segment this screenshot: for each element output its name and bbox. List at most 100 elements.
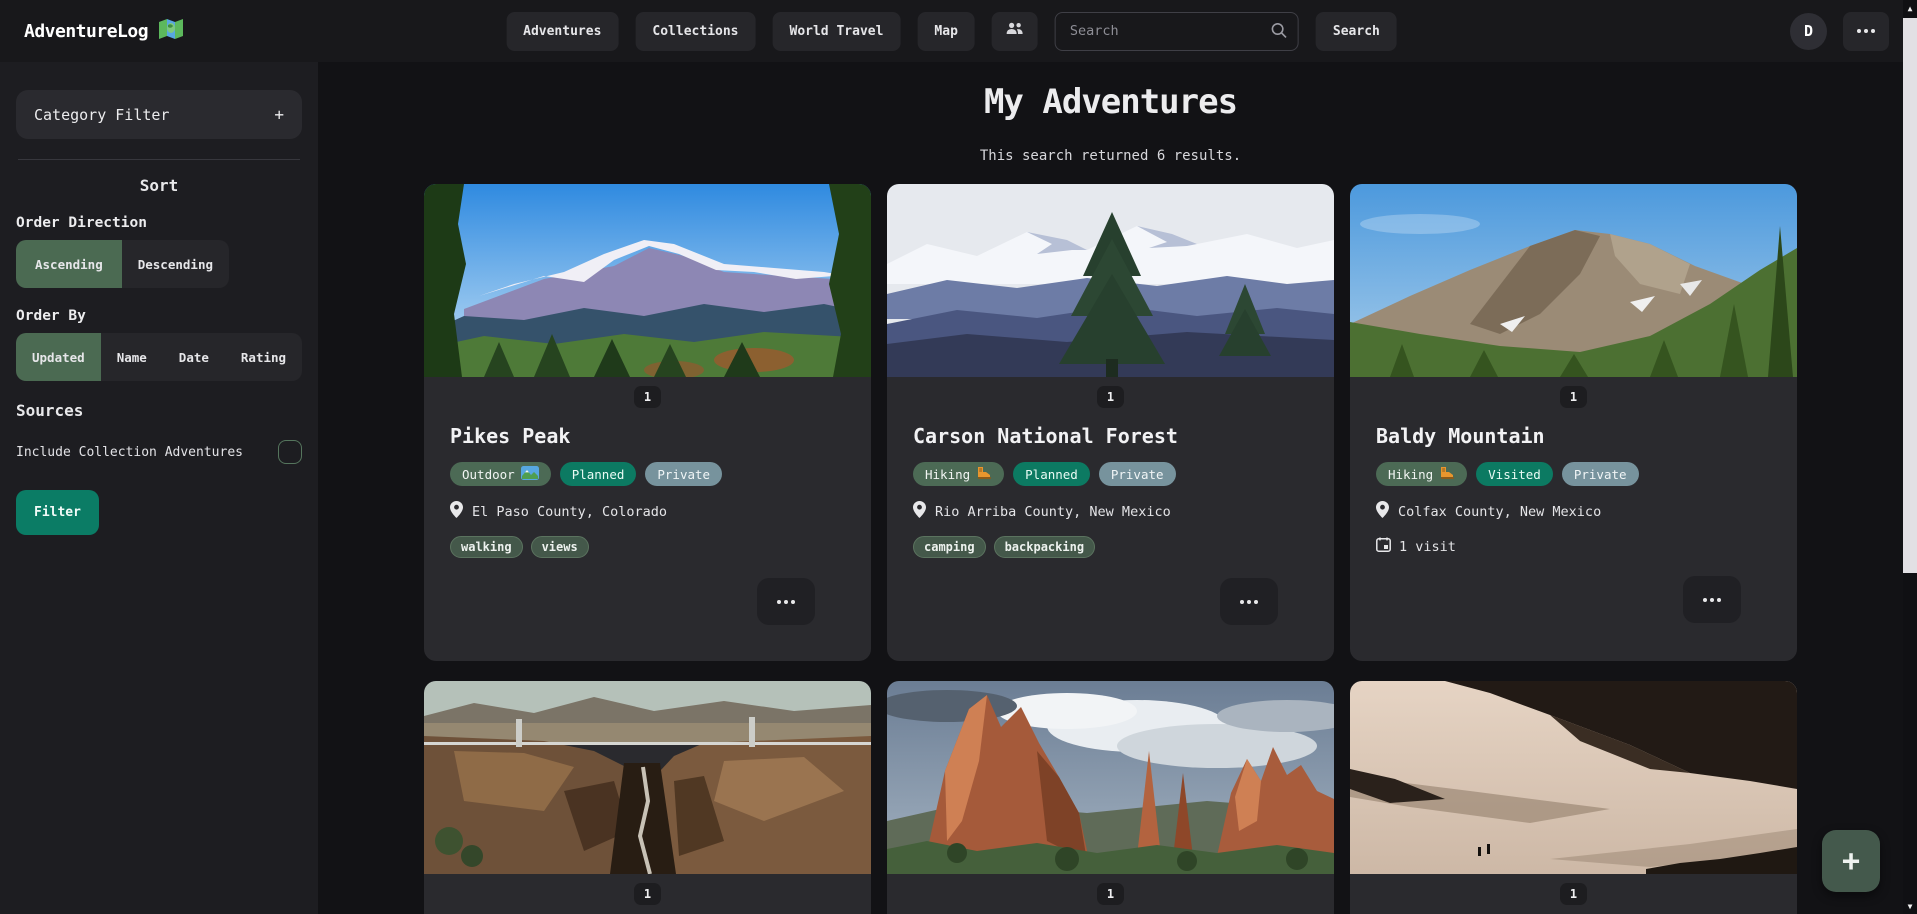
adventure-photo-pikes-peak <box>424 184 871 377</box>
card-menu-button[interactable] <box>757 578 815 625</box>
top-navbar: AdventureLog Adventures Collections Worl… <box>0 0 1903 62</box>
count-badge: 1 <box>634 386 661 408</box>
category-filter-collapse[interactable]: Category Filter + <box>16 90 302 139</box>
count-badge: 1 <box>1097 386 1124 408</box>
card-body: Pikes Peak Outdoor Planned Pri <box>424 412 871 625</box>
count-row: 1 <box>887 874 1334 909</box>
app-title: AdventureLog <box>24 21 148 42</box>
expand-plus-icon: + <box>274 105 284 124</box>
status-badge: Planned <box>1013 462 1090 486</box>
navbar-right: D <box>1790 12 1889 51</box>
include-collections-row: Include Collection Adventures <box>16 440 302 464</box>
count-row: 1 <box>1350 377 1797 412</box>
nav-map-button[interactable]: Map <box>917 12 974 51</box>
order-by-updated-button[interactable]: Updated <box>16 333 101 381</box>
results-summary: This search returned 6 results. <box>318 148 1903 164</box>
count-row: 1 <box>1350 874 1797 909</box>
main-nav: Adventures Collections World Travel Map <box>506 12 1397 51</box>
calendar-icon <box>1376 537 1391 556</box>
adventure-card[interactable]: 1 <box>1350 681 1797 914</box>
map-emoji-icon <box>158 18 184 44</box>
nav-adventures-button[interactable]: Adventures <box>506 12 618 51</box>
tag-row: camping backpacking <box>913 536 1308 558</box>
card-actions <box>450 558 845 625</box>
adventure-photo-canyon-bridge <box>424 681 871 874</box>
adventure-card[interactable]: 1 Carson National Forest Hiking <box>887 184 1334 661</box>
map-pin-icon <box>913 501 926 522</box>
card-body: Baldy Mountain Hiking V <box>1350 412 1797 623</box>
order-direction-group: Ascending Descending <box>16 240 229 288</box>
scrollbar-thumb[interactable] <box>1903 18 1917 573</box>
order-by-label: Order By <box>16 308 302 324</box>
users-icon <box>1006 22 1024 40</box>
sidebar-divider <box>18 159 300 160</box>
card-actions <box>1376 556 1771 623</box>
tag: walking <box>450 536 523 558</box>
order-direction-label: Order Direction <box>16 215 302 231</box>
category-badge: Hiking <box>913 462 1004 486</box>
adventure-card[interactable]: 1 Pikes Peak Outdoor <box>424 184 871 661</box>
card-actions <box>913 558 1308 625</box>
hiking-boot-emoji-icon <box>1439 466 1455 482</box>
ellipsis-icon <box>1857 29 1875 33</box>
order-by-date-button[interactable]: Date <box>163 333 225 381</box>
search-field-wrap <box>1055 12 1299 51</box>
search-input[interactable] <box>1055 12 1299 51</box>
count-row: 1 <box>887 377 1334 412</box>
tag: backpacking <box>994 536 1095 558</box>
adventure-title: Carson National Forest <box>913 424 1308 448</box>
ellipsis-icon <box>777 600 795 604</box>
visibility-badge: Private <box>1562 462 1639 486</box>
order-ascending-button[interactable]: Ascending <box>16 240 122 288</box>
order-by-name-button[interactable]: Name <box>101 333 163 381</box>
search-icon <box>1271 22 1288 43</box>
adventure-photo-baldy-mountain <box>1350 184 1797 377</box>
sort-heading: Sort <box>16 176 302 195</box>
card-menu-button[interactable] <box>1683 576 1741 623</box>
visibility-badge: Private <box>1099 462 1176 486</box>
category-badge: Hiking <box>1376 462 1467 486</box>
count-badge: 1 <box>1560 883 1587 905</box>
national-park-emoji-icon <box>521 466 539 483</box>
filter-button[interactable]: Filter <box>16 490 99 535</box>
add-adventure-button[interactable]: + <box>1822 830 1880 892</box>
badge-row: Outdoor Planned Private <box>450 462 845 486</box>
users-button[interactable] <box>992 12 1038 51</box>
card-menu-button[interactable] <box>1220 578 1278 625</box>
adventure-grid: 1 Pikes Peak Outdoor <box>318 184 1903 914</box>
hiking-boot-emoji-icon <box>976 466 992 482</box>
adventure-card[interactable]: 1 Baldy Mountain Hiking <box>1350 184 1797 661</box>
adventures-main: My Adventures This search returned 6 res… <box>318 62 1903 914</box>
count-row: 1 <box>424 874 871 909</box>
order-by-rating-button[interactable]: Rating <box>225 333 302 381</box>
include-collections-checkbox[interactable] <box>278 440 302 464</box>
sources-heading: Sources <box>16 401 302 420</box>
include-collections-label: Include Collection Adventures <box>16 445 243 460</box>
visit-count-text: 1 visit <box>1399 539 1456 555</box>
nav-collections-button[interactable]: Collections <box>635 12 755 51</box>
category-badge: Outdoor <box>450 462 551 486</box>
navbar-overflow-button[interactable] <box>1843 12 1889 51</box>
location-text: El Paso County, Colorado <box>472 504 667 520</box>
scroll-down-arrow[interactable]: ▼ <box>1903 898 1917 914</box>
adventure-card[interactable]: 1 <box>887 681 1334 914</box>
scroll-up-arrow[interactable]: ▲ <box>1903 0 1917 16</box>
count-badge: 1 <box>634 883 661 905</box>
user-avatar[interactable]: D <box>1790 13 1827 50</box>
nav-world-travel-button[interactable]: World Travel <box>773 12 901 51</box>
filter-sidebar: Category Filter + Sort Order Direction A… <box>0 62 318 914</box>
status-badge: Planned <box>560 462 637 486</box>
count-badge: 1 <box>1097 883 1124 905</box>
count-row: 1 <box>424 377 871 412</box>
adventure-card[interactable]: 1 <box>424 681 871 914</box>
tag: camping <box>913 536 986 558</box>
page-scrollbar[interactable]: ▲ ▼ <box>1903 0 1917 914</box>
count-badge: 1 <box>1560 386 1587 408</box>
map-pin-icon <box>450 501 463 522</box>
order-descending-button[interactable]: Descending <box>122 240 229 288</box>
ellipsis-icon <box>1703 598 1721 602</box>
app-logo[interactable]: AdventureLog <box>24 18 184 44</box>
location-row: Rio Arriba County, New Mexico <box>913 501 1308 522</box>
adventure-title: Pikes Peak <box>450 424 845 448</box>
search-button[interactable]: Search <box>1316 12 1397 51</box>
